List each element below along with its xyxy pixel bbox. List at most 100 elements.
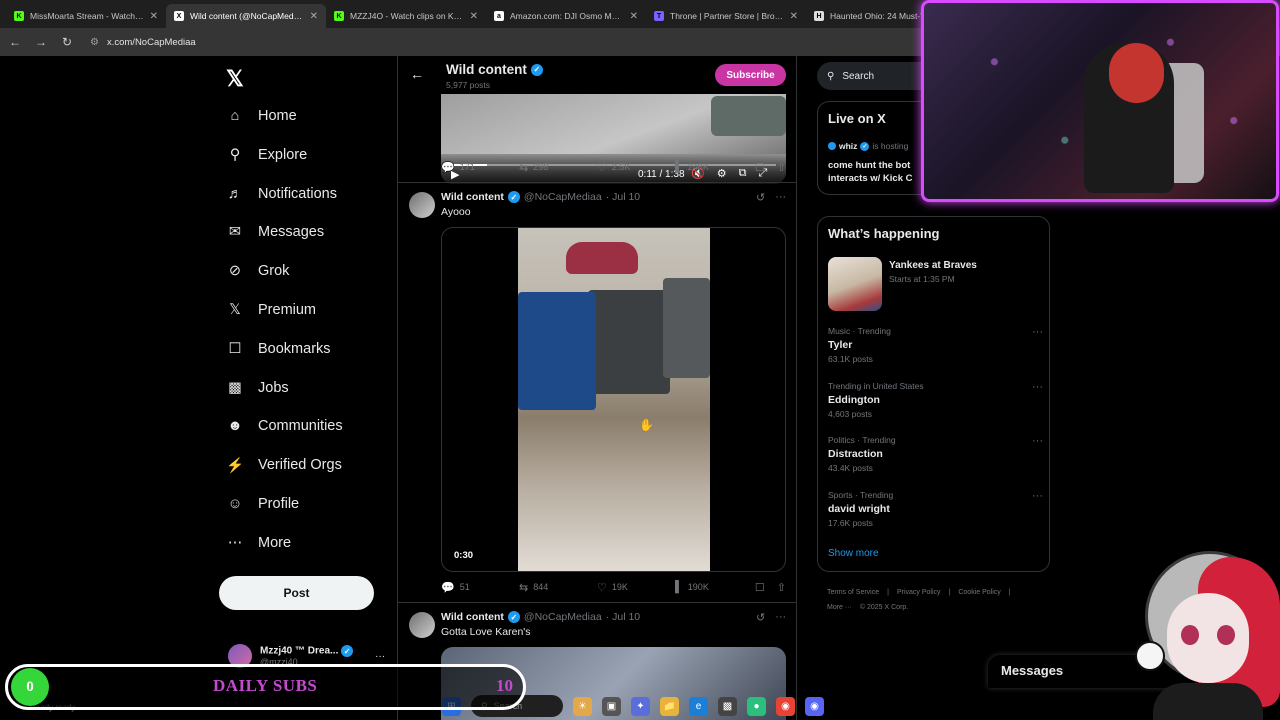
bell-icon: ♬ (227, 185, 243, 202)
mascot-body (1153, 683, 1263, 720)
more-dots-icon[interactable]: ··· (375, 651, 385, 662)
nav-item-more[interactable]: ⋯ More (226, 530, 291, 556)
trend-item[interactable]: Music · Trending Tyler 63.1K posts ··· (828, 326, 1043, 364)
edge-icon[interactable]: e (689, 696, 708, 716)
avatar[interactable] (409, 192, 435, 218)
nav-item-bookmarks[interactable]: ☐ Bookmarks (226, 336, 331, 362)
close-icon[interactable]: ✕ (470, 11, 478, 22)
nav-item-label: Messages (258, 224, 325, 241)
browser-tab[interactable]: a Amazon.com: DJI Osmo Mobile... ✕ (486, 4, 646, 28)
footer-links: Terms of Service | Privacy Policy | Cookie P… (827, 585, 1047, 615)
video-frame-object (711, 96, 786, 136)
search-input[interactable]: ⚲ Search (817, 62, 937, 90)
close-icon[interactable]: ✕ (630, 11, 638, 22)
more-dots-icon[interactable]: ··· (775, 611, 786, 624)
nav-item-home[interactable]: ⌂ Home (226, 103, 297, 129)
footer-more-link[interactable]: More ··· (827, 604, 852, 611)
grok-icon[interactable]: ↺ (756, 611, 765, 624)
grok-icon[interactable]: ↺ (756, 191, 765, 204)
live-on-x-card[interactable]: Live on X whiz ✓ is hosting come hunt th… (817, 101, 937, 195)
share-icon[interactable]: ⇧ (777, 581, 786, 594)
site-info-icon[interactable]: ⚙ (90, 37, 99, 48)
divider (398, 602, 796, 603)
browser-tab[interactable]: K MissMoarta Stream - Watch Li... ✕ (6, 4, 166, 28)
discord-icon[interactable]: ◉ (805, 696, 824, 716)
reload-icon[interactable]: ↻ (60, 35, 74, 49)
tweet-author-handle[interactable]: @NoCapMediaa (524, 611, 602, 623)
close-icon[interactable]: ✕ (150, 11, 158, 22)
chrome-icon[interactable]: ◉ (776, 696, 795, 716)
more-dots-icon[interactable]: ··· (1032, 381, 1043, 393)
back-arrow-icon[interactable]: ← (410, 66, 424, 82)
url-text: x.com/NoCapMediaa (106, 36, 196, 48)
bookmark-icon: ☐ (228, 340, 242, 357)
more-dots-icon[interactable]: ··· (1032, 490, 1043, 502)
avatar[interactable] (409, 612, 435, 638)
repost-button[interactable]: ⇆ 298 (519, 161, 597, 174)
nav-item-profile[interactable]: ☺ Profile (226, 491, 300, 517)
more-dots-icon[interactable]: ··· (1032, 435, 1043, 447)
nav-item-verified-orgs[interactable]: ⚡ Verified Orgs (226, 452, 342, 478)
more-dots-icon[interactable]: ··· (1032, 326, 1043, 338)
more-dots-icon[interactable]: ··· (775, 191, 786, 204)
app-icon[interactable]: ● (747, 696, 766, 716)
browser-tab[interactable]: T Throne | Partner Store | Browse... ✕ (646, 4, 806, 28)
views-button[interactable]: ▌ 190K (675, 581, 753, 593)
nav-item-jobs[interactable]: ▩ Jobs (226, 375, 289, 401)
nav-item-premium[interactable]: 𝕏 Premium (226, 297, 316, 323)
page-title: Wild content ✓ (446, 62, 543, 77)
nav-item-communities[interactable]: ☻ Communities (226, 413, 342, 439)
share-icon[interactable]: ⇧ (777, 161, 786, 174)
nav-item-grok[interactable]: ⊘ Grok (226, 258, 290, 284)
nav-item-label: Grok (258, 263, 290, 280)
trend-item[interactable]: Sports · Trending david wright 17.6K posts… (828, 490, 1043, 528)
reply-button[interactable]: 💬 171 (441, 161, 519, 174)
store-icon[interactable]: ▩ (718, 696, 737, 716)
like-button[interactable]: ♡ 2.5K (597, 161, 675, 174)
reply-button[interactable]: 💬 51 (441, 581, 519, 594)
nav-item-explore[interactable]: ⚲ Explore (226, 142, 307, 168)
copilot-icon[interactable]: ✦ (631, 696, 650, 716)
footer-link[interactable]: Cookie Policy (958, 589, 1000, 596)
nav-item-notifications[interactable]: ♬ Notifications (226, 181, 337, 207)
footer-link[interactable]: Terms of Service (827, 589, 879, 596)
bookmark-icon[interactable]: ☐ (755, 161, 765, 174)
post-button[interactable]: Post (219, 576, 374, 610)
browser-tab[interactable]: K MZZJ4O - Watch clips on Kick ✕ (326, 4, 486, 28)
account-name: Mzzj40 ™ Drea... (260, 645, 339, 657)
like-button[interactable]: ♡ 19K (597, 581, 675, 594)
back-arrow-icon[interactable]: ← (8, 35, 22, 49)
close-icon[interactable]: ✕ (790, 11, 798, 22)
trend-name: Distraction (828, 448, 883, 461)
tweet-author-handle[interactable]: @NoCapMediaa (524, 191, 602, 203)
close-icon[interactable]: ✕ (310, 11, 318, 22)
trend-post-count: 17.6K posts (828, 518, 873, 529)
bookmark-icon[interactable]: ☐ (755, 581, 765, 594)
trend-item[interactable]: Politics · Trending Distraction 43.4K post… (828, 435, 1043, 473)
copyright-text: © 2025 X Corp. (859, 604, 909, 611)
repost-button[interactable]: ⇆ 844 (519, 581, 597, 594)
event-title[interactable]: Yankees at Braves (889, 260, 977, 271)
weather-icon[interactable]: ☀ (573, 696, 592, 716)
subscribe-button[interactable]: Subscribe (715, 64, 786, 86)
nav-item-messages[interactable]: ✉ Messages (226, 219, 324, 245)
show-more-link[interactable]: Show more (828, 548, 879, 559)
tweet-author-name[interactable]: Wild content (441, 611, 504, 623)
url-field[interactable]: ⚙ x.com/NoCapMediaa (90, 37, 196, 48)
x-logo-icon[interactable]: 𝕏 (226, 66, 244, 92)
tab-favicon-icon: K (14, 11, 24, 21)
tweet-date[interactable]: · Jul 10 (606, 611, 640, 623)
forward-arrow-icon[interactable]: → (34, 35, 48, 49)
tweet-video-2[interactable]: ✋ 0:30 (441, 227, 786, 572)
task-view-icon[interactable]: ▣ (602, 696, 621, 716)
tweet-date[interactable]: · Jul 10 (606, 191, 640, 203)
streamer-hair (1109, 43, 1164, 103)
views-button[interactable]: ▌ 248K (675, 161, 753, 173)
browser-tab[interactable]: X Wild content (@NoCapMediaa)... ✕ (166, 4, 326, 28)
footer-link[interactable]: Privacy Policy (897, 589, 941, 596)
repost-icon: ⇆ (519, 581, 529, 594)
event-image[interactable] (828, 257, 882, 311)
file-explorer-icon[interactable]: 📁 (660, 696, 679, 716)
tweet-author-name[interactable]: Wild content (441, 191, 504, 203)
trend-item[interactable]: Trending in United States Eddington 4,603 … (828, 381, 1043, 419)
